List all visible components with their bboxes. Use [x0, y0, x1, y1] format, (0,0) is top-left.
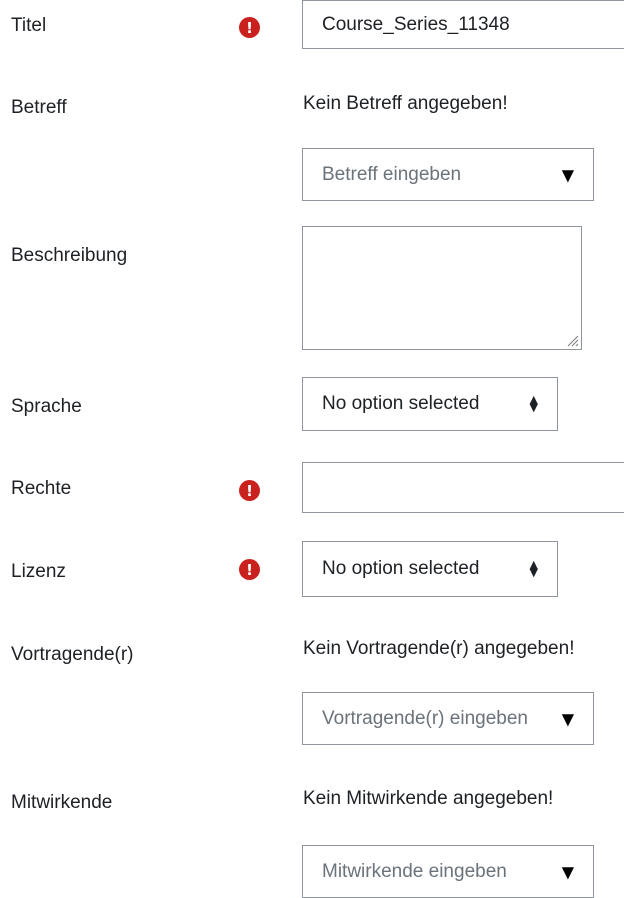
required-icon: !	[239, 480, 260, 501]
titel-label: Titel	[11, 15, 47, 36]
sprache-select[interactable]: No option selected ▲ ▼	[302, 377, 558, 431]
mitwirkende-placeholder: Mitwirkende eingeben	[322, 860, 507, 882]
resize-grip-icon[interactable]	[565, 333, 579, 347]
mitwirkende-status-text: Kein Mitwirkende angegeben!	[303, 788, 554, 809]
lizenz-selected-value: No option selected	[322, 558, 480, 579]
betreff-status-text: Kein Betreff angegeben!	[303, 93, 508, 114]
mitwirkende-label: Mitwirkende	[11, 792, 113, 813]
vortragende-label: Vortragende(r)	[11, 644, 134, 665]
up-down-caret-icon: ▲ ▼	[529, 558, 538, 579]
sprache-selected-value: No option selected	[322, 393, 480, 414]
required-icon: !	[239, 559, 260, 580]
beschreibung-textarea[interactable]	[302, 226, 582, 350]
rechte-input[interactable]	[302, 462, 624, 513]
required-icon: !	[239, 17, 260, 38]
beschreibung-label: Beschreibung	[11, 245, 128, 266]
titel-input[interactable]: Course_Series_11348	[302, 0, 624, 49]
titel-input-value: Course_Series_11348	[322, 13, 510, 35]
vortragende-placeholder: Vortragende(r) eingeben	[322, 707, 528, 729]
lizenz-select[interactable]: No option selected ▲ ▼	[302, 541, 558, 597]
betreff-autocomplete[interactable]: Betreff eingeben ▼	[302, 148, 594, 201]
vortragende-status-text: Kein Vortragende(r) angegeben!	[303, 638, 575, 659]
rechte-label: Rechte	[11, 478, 72, 499]
triangle-down-icon[interactable]: ▼	[562, 709, 574, 728]
up-down-caret-icon: ▲ ▼	[529, 393, 538, 414]
vortragende-autocomplete[interactable]: Vortragende(r) eingeben ▼	[302, 692, 594, 745]
betreff-placeholder: Betreff eingeben	[322, 163, 462, 185]
triangle-down-icon[interactable]: ▼	[562, 862, 574, 881]
triangle-down-icon[interactable]: ▼	[562, 165, 574, 184]
betreff-label: Betreff	[11, 97, 67, 118]
lizenz-label: Lizenz	[11, 561, 66, 582]
mitwirkende-autocomplete[interactable]: Mitwirkende eingeben ▼	[302, 845, 594, 898]
sprache-label: Sprache	[11, 396, 82, 417]
